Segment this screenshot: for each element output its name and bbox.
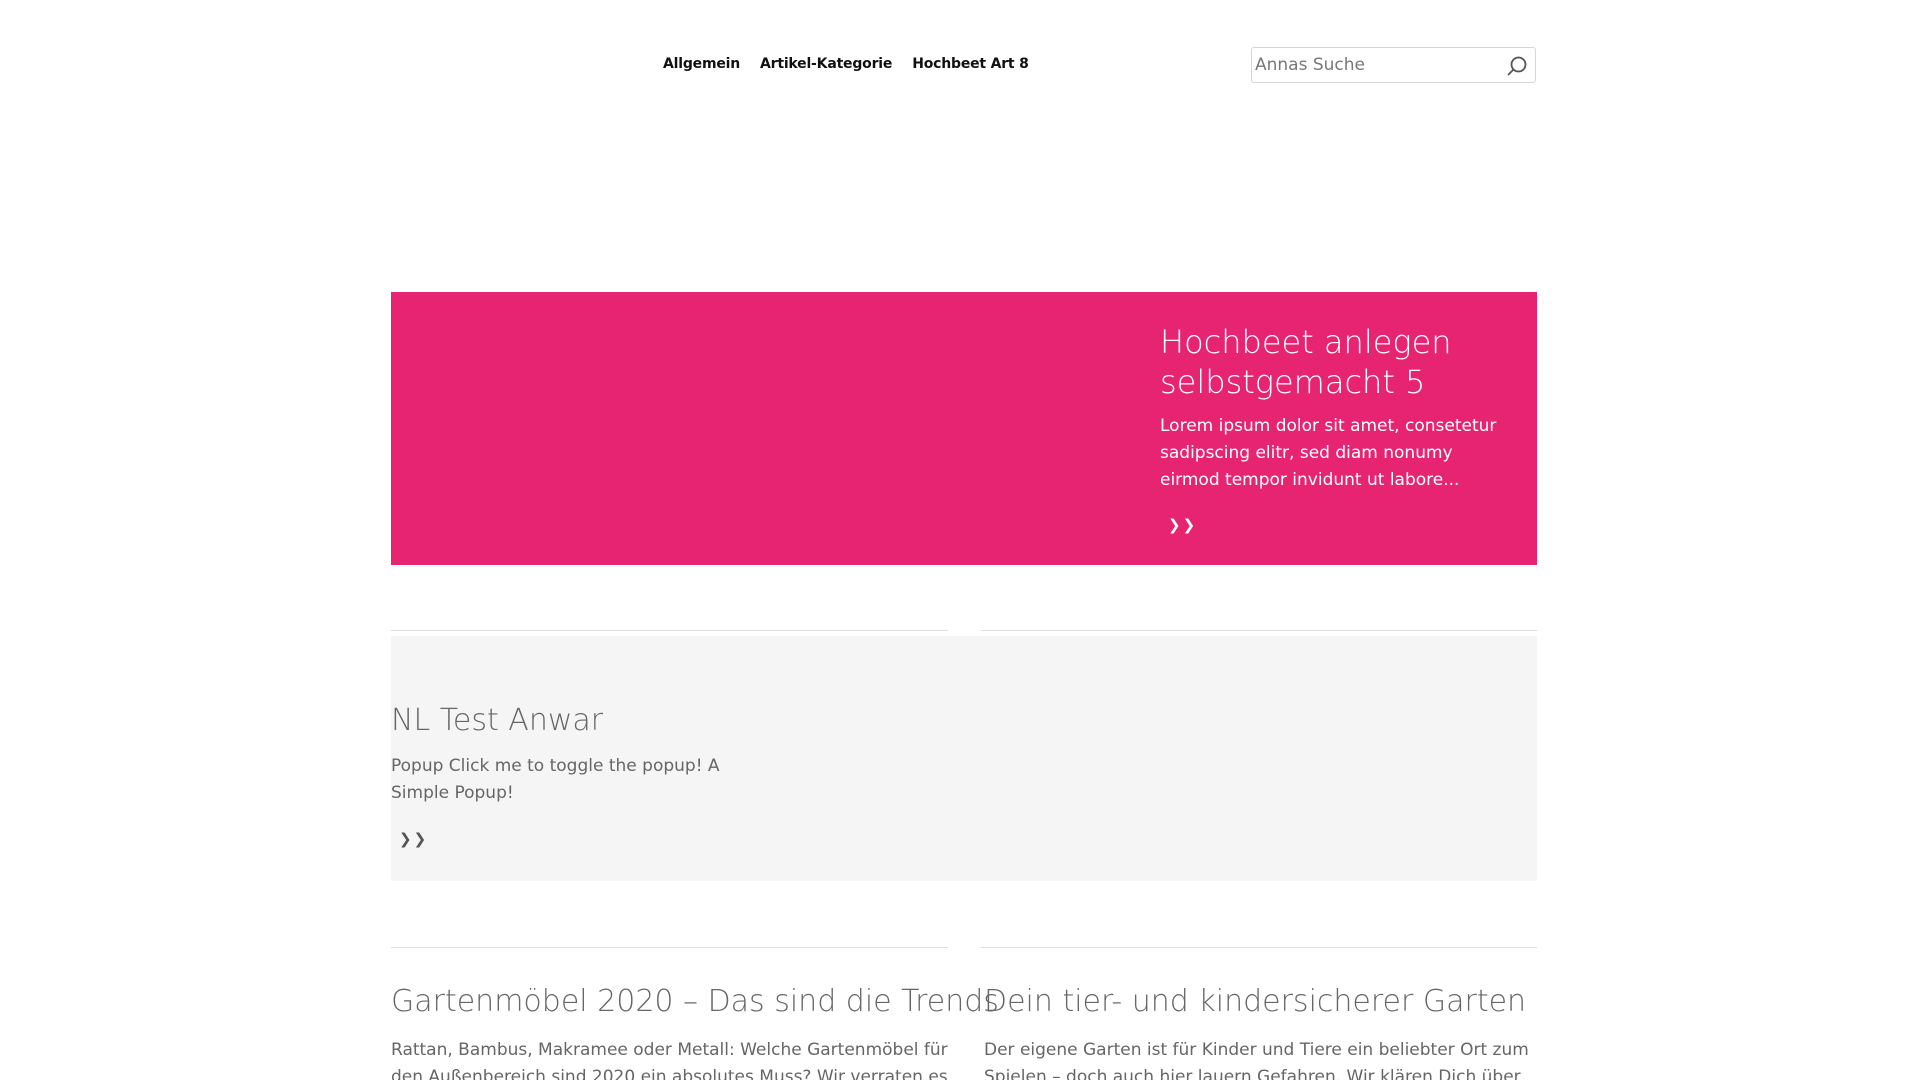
nav-item-allgemein[interactable]: Allgemein <box>663 56 740 72</box>
hero-banner: Hochbeet anlegen selbstgemacht 5 Lorem i… <box>391 292 1537 565</box>
feature-title[interactable]: NL Test Anwar <box>391 703 603 738</box>
nav-item-artikel-kategorie[interactable]: Artikel-Kategorie <box>760 56 892 72</box>
main-nav: Allgemein Artikel-Kategorie Hochbeet Art… <box>663 56 1029 72</box>
feature-more-link[interactable]: ❯❯ <box>399 830 428 848</box>
search-box <box>1251 47 1536 83</box>
hero-title[interactable]: Hochbeet anlegen selbstgemacht 5 <box>1160 322 1510 402</box>
search-input[interactable] <box>1255 51 1495 79</box>
hero-description: Lorem ipsum dolor sit amet, consetetur s… <box>1160 416 1497 490</box>
feature-description: Popup Click me to toggle the popup! A Si… <box>391 756 720 803</box>
divider-left-top <box>391 630 948 631</box>
article-card: Gartenmöbel 2020 – Das sind die Trends R… <box>391 984 999 1080</box>
hero-more-link[interactable]: ❯❯ <box>1168 516 1197 534</box>
hero-content: Hochbeet anlegen selbstgemacht 5 Lorem i… <box>1160 322 1510 534</box>
nav-item-hochbeet-art-8[interactable]: Hochbeet Art 8 <box>912 56 1029 72</box>
article-card: Dein tier- und kindersicherer Garten Der… <box>984 984 1544 1080</box>
search-icon[interactable] <box>1505 54 1529 78</box>
article-title[interactable]: Gartenmöbel 2020 – Das sind die Trends <box>391 984 999 1020</box>
divider-right-top <box>981 630 1537 631</box>
divider-left-bottom <box>391 947 948 948</box>
article-excerpt: Rattan, Bambus, Makramee oder Metall: We… <box>391 1040 948 1080</box>
article-excerpt: Der eigene Garten ist für Kinder und Tie… <box>984 1040 1529 1080</box>
article-title[interactable]: Dein tier- und kindersicherer Garten <box>984 984 1544 1020</box>
feature-box: NL Test Anwar Popup Click me to toggle t… <box>391 636 1537 881</box>
divider-right-bottom <box>981 947 1537 948</box>
